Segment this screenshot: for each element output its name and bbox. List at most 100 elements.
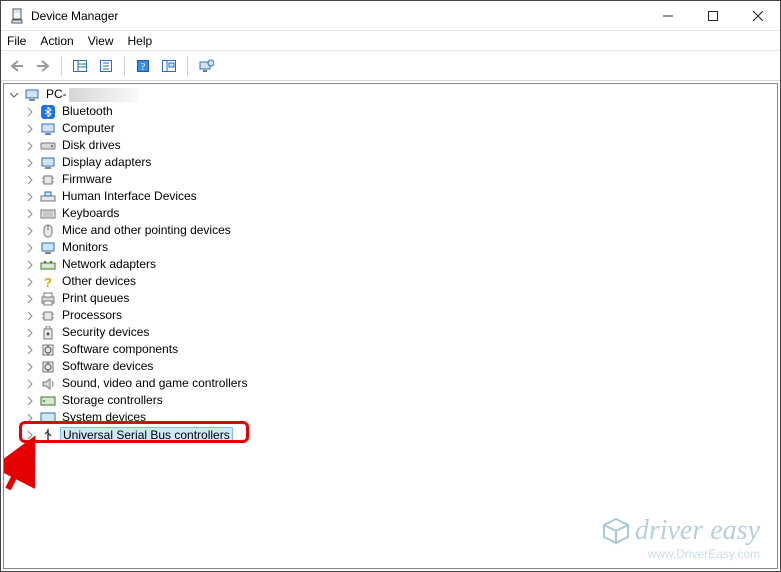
tree-item-label: Disk drives xyxy=(60,137,123,154)
disk-icon xyxy=(40,138,56,154)
add-legacy-hardware-button[interactable] xyxy=(194,54,218,78)
network-icon xyxy=(40,257,56,273)
tree-item[interactable]: Human Interface Devices xyxy=(4,188,777,205)
expander-right-icon[interactable] xyxy=(24,242,36,254)
show-hide-tree-button[interactable] xyxy=(68,54,92,78)
tree-item-label: Computer xyxy=(60,120,117,137)
tree-item[interactable]: Display adapters xyxy=(4,154,777,171)
tree-item[interactable]: Firmware xyxy=(4,171,777,188)
expander-right-icon[interactable] xyxy=(24,140,36,152)
app-icon xyxy=(9,8,25,24)
expander-right-icon[interactable] xyxy=(24,157,36,169)
menu-help[interactable]: Help xyxy=(128,34,153,48)
device-tree[interactable]: PC- BluetoothComputerDisk drivesDisplay … xyxy=(3,83,778,569)
mouse-icon xyxy=(40,223,56,239)
tree-item[interactable]: Keyboards xyxy=(4,205,777,222)
monitor-icon xyxy=(40,240,56,256)
scan-hardware-button[interactable] xyxy=(157,54,181,78)
tree-item[interactable]: Storage controllers xyxy=(4,392,777,409)
tree-item-label: Software components xyxy=(60,341,180,358)
printer-icon xyxy=(40,291,56,307)
tree-item-label: Firmware xyxy=(60,171,114,188)
tree-item-label: Monitors xyxy=(60,239,110,256)
toolbar-separator xyxy=(187,56,188,76)
tree-item[interactable]: Disk drives xyxy=(4,137,777,154)
system-icon xyxy=(40,410,56,426)
expander-right-icon[interactable] xyxy=(24,412,36,424)
keyboard-icon xyxy=(40,206,56,222)
expander-right-icon[interactable] xyxy=(24,429,36,441)
bluetooth-icon xyxy=(40,104,56,120)
menu-view[interactable]: View xyxy=(88,34,114,48)
tree-item[interactable]: Software devices xyxy=(4,358,777,375)
expander-right-icon[interactable] xyxy=(24,395,36,407)
tree-item-label: Processors xyxy=(60,307,124,324)
expander-right-icon[interactable] xyxy=(24,276,36,288)
expander-right-icon[interactable] xyxy=(24,225,36,237)
tree-item-label: Security devices xyxy=(60,324,151,341)
expander-right-icon[interactable] xyxy=(24,123,36,135)
expander-right-icon[interactable] xyxy=(24,208,36,220)
toolbar-separator xyxy=(61,56,62,76)
toolbar-separator xyxy=(124,56,125,76)
tree-item-label: Sound, video and game controllers xyxy=(60,375,249,392)
tree-item[interactable]: Computer xyxy=(4,120,777,137)
tree-item[interactable]: Sound, video and game controllers xyxy=(4,375,777,392)
expander-right-icon[interactable] xyxy=(24,378,36,390)
tree-item[interactable]: Security devices xyxy=(4,324,777,341)
storage-icon xyxy=(40,393,56,409)
redacted-text xyxy=(69,88,139,102)
help-button[interactable]: ? xyxy=(131,54,155,78)
expander-right-icon[interactable] xyxy=(24,344,36,356)
pc-icon xyxy=(24,87,40,103)
tree-item[interactable]: Monitors xyxy=(4,239,777,256)
tree-item[interactable]: Universal Serial Bus controllers xyxy=(4,426,777,443)
usb-icon xyxy=(40,427,56,443)
software-device-icon xyxy=(40,359,56,375)
software-component-icon xyxy=(40,342,56,358)
tree-item-label: Mice and other pointing devices xyxy=(60,222,233,239)
expander-right-icon[interactable] xyxy=(24,361,36,373)
tree-item-label: Bluetooth xyxy=(60,103,115,120)
expander-right-icon[interactable] xyxy=(24,259,36,271)
tree-item-label: Network adapters xyxy=(60,256,158,273)
expander-right-icon[interactable] xyxy=(24,191,36,203)
close-button[interactable] xyxy=(735,1,780,30)
tree-item[interactable]: Mice and other pointing devices xyxy=(4,222,777,239)
window-controls xyxy=(645,1,780,30)
tree-root-label: PC- xyxy=(44,86,141,103)
tree-item[interactable]: Software components xyxy=(4,341,777,358)
tree-root[interactable]: PC- xyxy=(4,86,777,103)
hid-icon xyxy=(40,189,56,205)
menu-file[interactable]: File xyxy=(7,34,26,48)
tree-item[interactable]: Print queues xyxy=(4,290,777,307)
tree-item[interactable]: ?Other devices xyxy=(4,273,777,290)
firmware-icon xyxy=(40,172,56,188)
expander-right-icon[interactable] xyxy=(24,327,36,339)
forward-button[interactable] xyxy=(31,54,55,78)
tree-item-label: Storage controllers xyxy=(60,392,165,409)
tree-item[interactable]: Bluetooth xyxy=(4,103,777,120)
tree-item-label: Display adapters xyxy=(60,154,153,171)
menu-action[interactable]: Action xyxy=(40,34,73,48)
menubar: File Action View Help xyxy=(1,31,780,51)
tree-item[interactable]: Processors xyxy=(4,307,777,324)
tree-item-label: Universal Serial Bus controllers xyxy=(60,427,233,443)
display-adapter-icon xyxy=(40,155,56,171)
titlebar: Device Manager xyxy=(1,1,780,31)
expander-right-icon[interactable] xyxy=(24,106,36,118)
minimize-button[interactable] xyxy=(645,1,690,30)
maximize-button[interactable] xyxy=(690,1,735,30)
tree-item[interactable]: System devices xyxy=(4,409,777,426)
tree-item[interactable]: Network adapters xyxy=(4,256,777,273)
svg-text:?: ? xyxy=(141,62,146,73)
expander-down-icon[interactable] xyxy=(8,89,20,101)
sound-icon xyxy=(40,376,56,392)
expander-right-icon[interactable] xyxy=(24,174,36,186)
back-button[interactable] xyxy=(5,54,29,78)
expander-right-icon[interactable] xyxy=(24,293,36,305)
tree-item-label: Keyboards xyxy=(60,205,121,222)
expander-right-icon[interactable] xyxy=(24,310,36,322)
properties-button[interactable] xyxy=(94,54,118,78)
other-icon: ? xyxy=(40,274,56,290)
